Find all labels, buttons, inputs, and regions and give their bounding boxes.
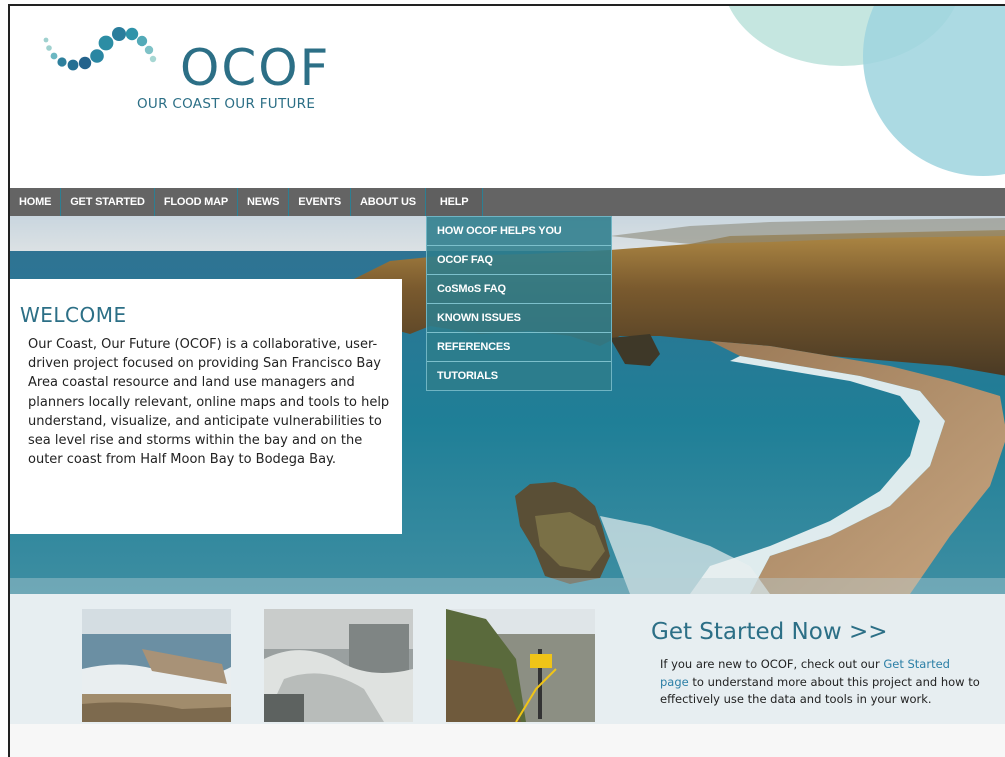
site-logo[interactable]: OCOF OUR COAST OUR FUTURE: [34, 18, 354, 128]
get-started-text-before: If you are new to OCOF, check out our: [660, 657, 884, 671]
menu-item-cosmos-faq[interactable]: CoSMoS FAQ: [427, 275, 611, 304]
menu-item-ocof-faq[interactable]: OCOF FAQ: [427, 246, 611, 275]
thumbnail-storm-surge[interactable]: [264, 609, 413, 722]
erosion-sign-photo: [446, 609, 595, 722]
nav-item-flood-map[interactable]: FLOOD MAP: [155, 188, 239, 216]
logo-subtitle: OUR COAST OUR FUTURE: [137, 96, 316, 112]
menu-item-known-issues[interactable]: KNOWN ISSUES: [427, 304, 611, 333]
browser-frame: OCOF OUR COAST OUR FUTURE HOME GET START…: [8, 4, 1005, 757]
welcome-body: Our Coast, Our Future (OCOF) is a collab…: [28, 337, 390, 468]
decorative-circle: [863, 6, 1005, 176]
storm-surge-photo: [264, 609, 413, 722]
get-started-description: If you are new to OCOF, check out our Ge…: [660, 656, 980, 709]
logo-dots-icon: [43, 27, 157, 71]
welcome-panel: WELCOME Our Coast, Our Future (OCOF) is …: [10, 279, 402, 534]
menu-item-references[interactable]: REFERENCES: [427, 333, 611, 362]
site-header: OCOF OUR COAST OUR FUTURE: [10, 6, 1005, 188]
menu-item-how-ocof-helps-you[interactable]: HOW OCOF HELPS YOU: [427, 217, 611, 246]
nav-item-get-started[interactable]: GET STARTED: [61, 188, 155, 216]
logo-text: OCOF: [180, 39, 331, 97]
menu-item-tutorials[interactable]: TUTORIALS: [427, 362, 611, 390]
nav-item-news[interactable]: NEWS: [238, 188, 290, 216]
nav-item-home[interactable]: HOME: [10, 188, 62, 216]
get-started-section: Get Started Now >> If you are new to OCO…: [10, 594, 1005, 724]
seawall-photo: [82, 609, 231, 722]
thumbnail-seawall-waves[interactable]: [82, 609, 231, 722]
get-started-link[interactable]: Get Started Now >>: [651, 619, 888, 645]
nav-item-about-us[interactable]: ABOUT US: [351, 188, 426, 216]
get-started-text-after: to understand more about this project an…: [660, 674, 980, 707]
nav-item-help[interactable]: HELP: [425, 188, 484, 216]
page-footer: [10, 724, 1005, 757]
nav-item-events[interactable]: EVENTS: [289, 188, 352, 216]
welcome-title: WELCOME: [20, 303, 127, 327]
thumbnail-erosion-sign[interactable]: [446, 609, 595, 722]
help-dropdown-menu: HOW OCOF HELPS YOU OCOF FAQ CoSMoS FAQ K…: [426, 216, 612, 391]
main-nav: HOME GET STARTED FLOOD MAP NEWS EVENTS A…: [10, 188, 1005, 216]
